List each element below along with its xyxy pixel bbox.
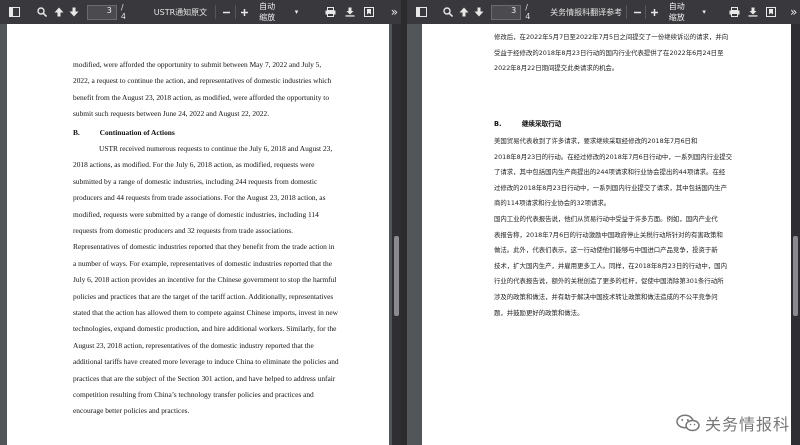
text-line: August 23, 2018 action, representatives … [73,340,314,350]
toolbar-separator [626,5,627,19]
zoom-label: 自动缩放 [259,2,276,22]
text-line: 2018年8月23日的行动。在经过修改的2018年7月6日行动中，一系列国内行业… [494,152,733,161]
text-line: 美国贸易代表收到了许多请求，要求继续采取经修改的2018年7月6日和 [494,137,698,145]
watermark-text: 关务情报科 [704,415,790,434]
text-line: 技术，扩大国内生产，并雇用更多工人。同样，在2018年8月23日的行动中，国内 [494,261,727,270]
pdf-page: modified, were afforded the opportunity … [7,24,389,445]
watermark: 关务情报科 [676,411,790,435]
chevron-down-icon: ▾ [294,8,299,16]
search-icon[interactable] [442,4,455,20]
toolbar-separator [215,5,216,19]
page-total: / 4 [525,3,531,21]
text-line: 题，并鼓励更好的政策和做法。 [494,308,584,317]
tools-expand-icon[interactable]: » [787,4,800,20]
document-title: 关务情报科翻译参考 [550,7,623,17]
print-icon[interactable] [728,4,741,20]
text-line: policies and practices that are the targ… [73,291,334,301]
text-line: 修改后，在2022年5月7日至2022年7月5日之间提交了一份继续诉讼的请求，并… [494,33,729,41]
text-line: 行业的代表报告说，额外的关税创造了更多的杠杆，促使中国消除第301条行动所 [494,277,724,286]
text-line: a number of ways. For example, represent… [73,258,333,268]
zoom-select[interactable]: 自动缩放 ▾ [259,1,298,23]
text-line: producers and 44 requests from trade ass… [73,193,326,203]
search-icon[interactable] [35,4,48,20]
zoom-in-icon[interactable] [238,4,251,20]
text-line: USTR received numerous requests to conti… [99,144,333,153]
scrollbar-thumb[interactable] [793,236,798,316]
tools-expand-icon[interactable]: » [388,4,401,20]
text-line: technologies, expand domestic production… [73,324,337,334]
text-line: submitted by a range of domestic industr… [73,176,318,186]
left-pdf-viewer: 3 / 4 USTR通知原文 自动缩放 ▾ » modified, were a… [0,0,401,445]
pdf-page: 修改后，在2022年5月7日至2022年7月5日之间提交了一份继续诉讼的请求，并… [422,24,794,445]
right-pdf-viewer: 3 / 4 关务情报科翻译参考 自动缩放 ▾ » 修改后，在2022年5月7日至… [407,0,800,445]
previous-page-icon[interactable] [458,4,471,20]
text-line: 做法。此外，代表们表示，这一行动使他们能够与中国进口产品竞争，投资于新 [494,246,718,255]
text-line: encourage better policies and practices. [73,406,190,416]
text-line: 过修改的2018年8月23日行动中，一系列国内行业提交了请求，其中包括国内生产 [494,183,727,192]
text-line: 了请求，其中包括国内生产商提出的244项请求和行业协会提出的44项请求。在经 [494,168,726,177]
wechat-icon [676,414,700,432]
toolbar-separator [645,5,647,19]
text-line: requests from domestic producers and 32 … [73,226,294,235]
text-line: stated that the action has allowed them … [73,308,338,317]
page-total: / 4 [120,3,126,21]
text-line: 2022年8月22日期间提交此类请求的机会。 [494,64,619,73]
text-line: 受益于经修改的2018年8月23日行动的国内行业代表提供了在2022年6月24日… [494,48,724,57]
text-line: competition resulting from China’s techn… [73,390,314,399]
section-heading: B. 继续采取行动 [494,118,561,128]
heading-letter: B. [73,128,80,137]
next-page-icon[interactable] [473,4,486,20]
left-toolbar: 3 / 4 USTR通知原文 自动缩放 ▾ » [0,0,401,24]
text-line: submit such requests between June 24, 20… [73,109,270,119]
page-number-input[interactable]: 3 [491,4,522,20]
text-line: modified, requests were submitted by a r… [73,209,319,219]
next-page-icon[interactable] [68,4,81,20]
heading-letter: B. [494,120,502,128]
page-number-input[interactable]: 3 [86,4,117,20]
zoom-in-icon[interactable] [648,4,661,20]
text-line: 2018 actions, as modified. For the July … [73,160,315,170]
heading-text: Continuation of Actions [99,128,175,137]
text-line: additional tariffs have created more lev… [73,357,339,367]
text-line: modified, were afforded the opportunity … [73,60,322,69]
bookmark-icon[interactable] [363,4,376,20]
zoom-label: 自动缩放 [668,2,685,22]
previous-page-icon[interactable] [52,4,65,20]
right-toolbar: 3 / 4 关务情报科翻译参考 自动缩放 ▾ » [407,0,800,24]
vertical-scrollbar[interactable] [791,24,800,445]
text-line: 涉及的政策和做法，并有助于解决中国技术转让政策和做法造成的不公平竞争问 [494,293,718,301]
vertical-scrollbar[interactable] [392,24,401,445]
scrollbar-thumb[interactable] [394,236,399,316]
text-line: 国内工业的代表报告说，他们从贸易行动中受益于许多方面。例如，国内产业代 [494,215,718,223]
chevron-down-icon: ▾ [702,8,706,16]
text-line: 表报告称，2018年7月6日的行动激励中国政府停止关税行动所针对的有害政策和 [494,230,723,239]
download-icon[interactable] [343,4,356,20]
text-line: practices that are the subject of the Se… [73,373,336,383]
sidebar-toggle-icon[interactable] [415,4,428,20]
text-line: July 6, 2018 action provides an incentiv… [73,275,337,285]
print-icon[interactable] [324,4,337,20]
toolbar-separator [235,5,236,19]
bookmark-icon[interactable] [765,4,778,20]
text-line: 2022, a request to continue the action, … [73,76,332,86]
zoom-select[interactable]: 自动缩放 ▾ [669,1,706,23]
document-title: USTR通知原文 [153,7,208,17]
heading-text: 继续采取行动 [521,120,562,128]
zoom-out-icon[interactable] [220,4,233,20]
text-line: 商的114项请求和行业协会的32项请求。 [494,199,611,208]
section-heading: B. Continuation of Actions [73,128,175,137]
text-line: benefit from the August 23, 2018 action,… [73,92,330,102]
text-line: Representatives of domestic industries r… [73,242,335,252]
download-icon[interactable] [746,4,759,20]
sidebar-toggle-icon[interactable] [8,4,21,20]
zoom-out-icon[interactable] [631,4,644,20]
